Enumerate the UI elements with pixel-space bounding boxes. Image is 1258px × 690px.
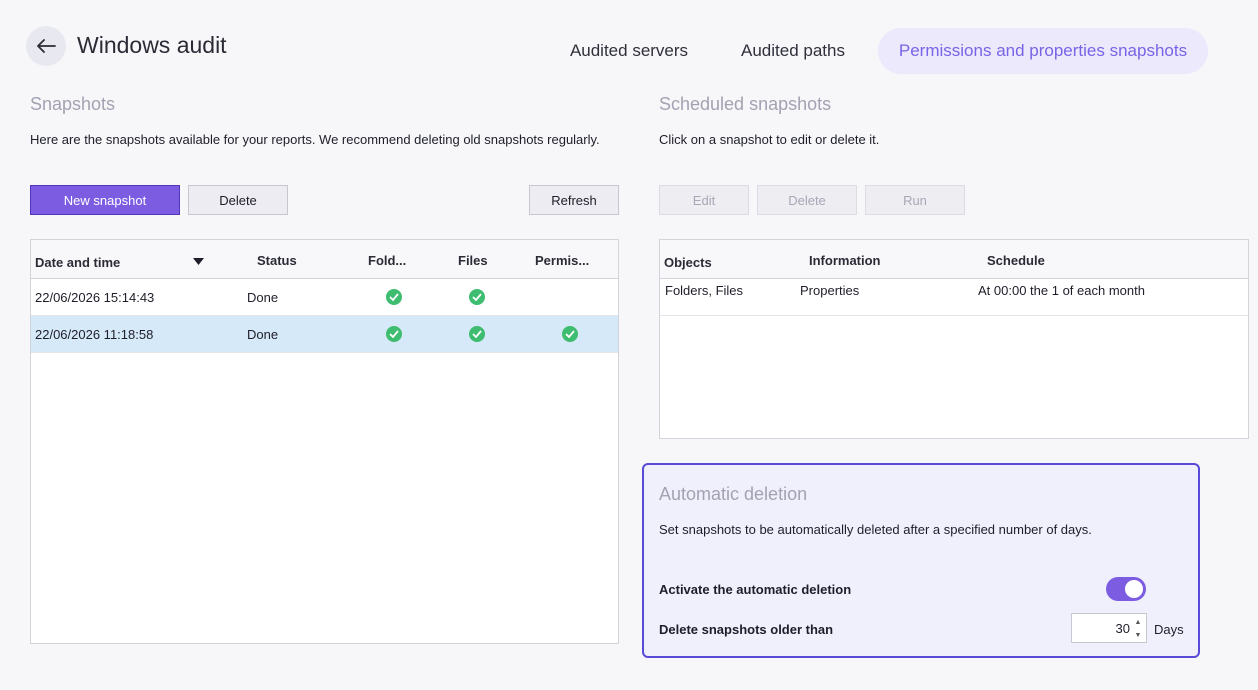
table-header: Objects Information Schedule [660, 240, 1248, 279]
refresh-button[interactable]: Refresh [529, 185, 619, 215]
delete-snapshot-button[interactable]: Delete [188, 185, 288, 215]
check-icon [469, 326, 485, 342]
days-unit: Days [1154, 622, 1184, 637]
column-date-time[interactable]: Date and time [35, 255, 120, 270]
table-row[interactable]: 22/06/2026 11:18:58 Done [31, 316, 618, 353]
days-value[interactable]: 30 [1116, 621, 1130, 636]
tab-audited-servers[interactable]: Audited servers [553, 28, 705, 74]
row-information: Properties [800, 283, 860, 298]
days-stepper[interactable]: 30 ▲ ▼ [1071, 613, 1147, 643]
new-snapshot-button[interactable]: New snapshot [30, 185, 180, 215]
table-row[interactable]: Folders, Files Properties At 00:00 the 1… [660, 279, 1248, 316]
column-status[interactable]: Status [257, 253, 297, 268]
toggle-knob [1125, 580, 1143, 598]
check-icon [386, 326, 402, 342]
automatic-deletion-panel: Automatic deletion Set snapshots to be a… [642, 463, 1200, 658]
column-objects[interactable]: Objects [664, 255, 712, 270]
row-status: Done [247, 290, 279, 305]
automatic-deletion-description: Set snapshots to be automatically delete… [659, 522, 1092, 537]
page-title: Windows audit [77, 32, 227, 58]
table-row[interactable]: 22/06/2026 15:14:43 Done [31, 279, 618, 316]
chevron-down-icon[interactable]: ▼ [1133, 629, 1143, 641]
column-folders[interactable]: Fold... [368, 253, 406, 268]
column-permissions[interactable]: Permis... [535, 253, 589, 268]
arrow-left-icon [37, 39, 56, 53]
check-icon [469, 289, 485, 305]
activate-deletion-toggle[interactable] [1106, 577, 1146, 601]
column-files[interactable]: Files [458, 253, 488, 268]
scheduled-table: Objects Information Schedule Folders, Fi… [659, 239, 1249, 439]
chevron-up-icon[interactable]: ▲ [1133, 616, 1143, 628]
snapshots-table: Date and time Status Fold... Files Permi… [30, 239, 619, 644]
scheduled-description: Click on a snapshot to edit or delete it… [659, 132, 880, 147]
row-objects: Folders, Files [665, 283, 744, 298]
automatic-deletion-title: Automatic deletion [659, 484, 808, 504]
column-information[interactable]: Information [809, 253, 881, 268]
table-header: Date and time Status Fold... Files Permi… [31, 240, 618, 279]
check-icon [562, 326, 578, 342]
row-status: Done [247, 327, 279, 342]
sort-down-icon[interactable] [193, 258, 204, 265]
scheduled-title: Scheduled snapshots [659, 94, 832, 114]
back-button[interactable] [26, 26, 66, 66]
run-schedule-button[interactable]: Run [865, 185, 965, 215]
row-date: 22/06/2026 11:18:58 [35, 327, 154, 342]
delete-schedule-button[interactable]: Delete [757, 185, 857, 215]
check-icon [386, 289, 402, 305]
column-schedule[interactable]: Schedule [987, 253, 1045, 268]
activate-deletion-label: Activate the automatic deletion [659, 582, 852, 597]
row-schedule: At 00:00 the 1 of each month [978, 283, 1145, 298]
older-than-label: Delete snapshots older than [659, 622, 834, 637]
snapshots-description: Here are the snapshots available for you… [30, 132, 600, 147]
snapshots-title: Snapshots [30, 94, 116, 114]
tab-audited-paths[interactable]: Audited paths [722, 28, 864, 74]
edit-schedule-button[interactable]: Edit [659, 185, 749, 215]
tab-permissions-snapshots[interactable]: Permissions and properties snapshots [878, 28, 1208, 74]
row-date: 22/06/2026 15:14:43 [35, 290, 155, 305]
